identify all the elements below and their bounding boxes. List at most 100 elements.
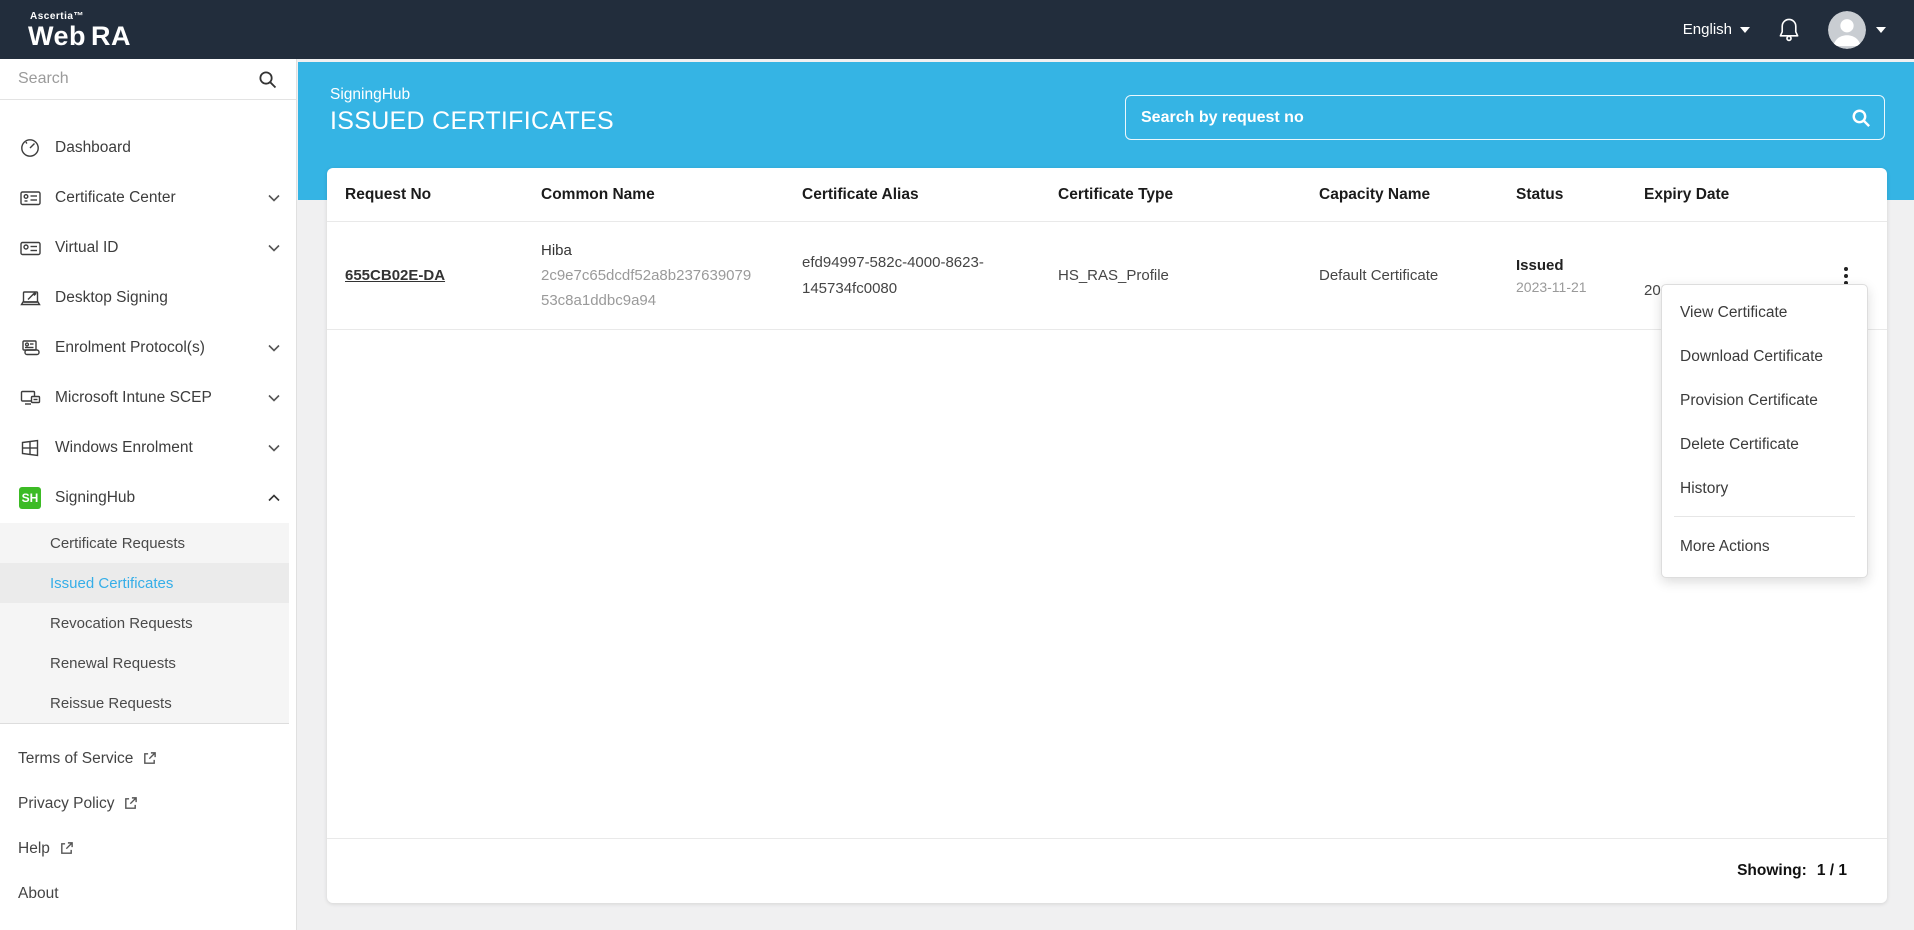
footer-link-label: About <box>18 885 59 903</box>
common-name-hash: 2c9e7c65dcdf52a8b23763907953c8a1ddbc9a94 <box>541 263 753 313</box>
sidebar-item-certificate-center[interactable]: Certificate Center <box>0 173 296 223</box>
help-link[interactable]: Help <box>0 826 296 871</box>
about-link[interactable]: About <box>0 871 296 916</box>
common-name: Hiba <box>541 242 572 259</box>
search-icon[interactable] <box>1850 107 1872 129</box>
table-row: 655CB02E-DA Hiba 2c9e7c65dcdf52a8b237639… <box>327 222 1887 330</box>
status-date: 2023-11-21 <box>1516 277 1616 297</box>
col-certificate-type: Certificate Type <box>1058 186 1319 204</box>
sidebar-item-label: Desktop Signing <box>55 289 280 307</box>
issued-certificates-table: Request No Common Name Certificate Alias… <box>327 168 1887 903</box>
notifications-bell-icon[interactable] <box>1776 16 1802 44</box>
breadcrumb: SigningHub <box>330 86 614 104</box>
user-menu[interactable] <box>1828 11 1886 49</box>
sidebar-item-microsoft-intune-scep[interactable]: Microsoft Intune SCEP <box>0 373 296 423</box>
sidebar-item-label: Enrolment Protocol(s) <box>55 339 255 357</box>
submenu-item-renewal-requests[interactable]: Renewal Requests <box>0 643 289 683</box>
chevron-down-icon <box>268 244 280 252</box>
signinghub-badge: SH <box>18 487 42 509</box>
footer-link-label: Terms of Service <box>18 750 133 768</box>
status-badge: Issued <box>1516 255 1616 277</box>
col-request-no: Request No <box>345 186 541 204</box>
desktop-signing-icon <box>18 287 42 309</box>
showing-value: 1 / 1 <box>1817 862 1847 880</box>
intune-scep-icon <box>18 387 42 409</box>
submenu-item-revocation-requests[interactable]: Revocation Requests <box>0 603 289 643</box>
sidebar-item-desktop-signing[interactable]: Desktop Signing <box>0 273 296 323</box>
main-content: SigningHub ISSUED CERTIFICATES Request N… <box>297 59 1914 930</box>
certificate-center-icon <box>18 187 42 209</box>
sidebar-item-virtual-id[interactable]: Virtual ID <box>0 223 296 273</box>
external-link-icon <box>142 751 157 766</box>
menu-item-delete-certificate[interactable]: Delete Certificate <box>1662 423 1867 467</box>
signinghub-submenu: Certificate Requests Issued Certificates… <box>0 523 289 724</box>
sidebar: Dashboard Certificate Center Virtua <box>0 59 297 930</box>
sidebar-item-label: Certificate Center <box>55 189 255 207</box>
sidebar-item-label: Windows Enrolment <box>55 439 255 457</box>
menu-divider <box>1674 516 1855 517</box>
request-no-link[interactable]: 655CB02E-DA <box>345 267 445 284</box>
brand-web: Web <box>28 21 86 51</box>
table-footer: Showing: 1 / 1 <box>327 838 1887 903</box>
table-header-row: Request No Common Name Certificate Alias… <box>327 168 1887 222</box>
sidebar-item-windows-enrolment[interactable]: Windows Enrolment <box>0 423 296 473</box>
menu-item-history[interactable]: History <box>1662 467 1867 511</box>
submenu-item-issued-certificates[interactable]: Issued Certificates <box>0 563 289 603</box>
col-capacity-name: Capacity Name <box>1319 186 1516 204</box>
col-status: Status <box>1516 186 1644 204</box>
chevron-down-icon <box>268 394 280 402</box>
capacity-name: Default Certificate <box>1319 267 1516 284</box>
external-link-icon <box>59 841 74 856</box>
enrolment-protocol-icon <box>18 337 42 359</box>
signinghub-badge-label: SH <box>19 487 41 509</box>
menu-item-download-certificate[interactable]: Download Certificate <box>1662 335 1867 379</box>
submenu-item-certificate-requests[interactable]: Certificate Requests <box>0 523 289 563</box>
footer-link-label: Privacy Policy <box>18 795 114 813</box>
topbar: Ascertia™ WebRA English <box>0 0 1914 59</box>
privacy-policy-link[interactable]: Privacy Policy <box>0 781 296 826</box>
virtual-id-icon <box>18 237 42 259</box>
search-icon[interactable] <box>257 69 278 90</box>
chevron-up-icon <box>268 494 280 502</box>
menu-item-more-actions[interactable]: More Actions <box>1662 522 1867 571</box>
request-search-input[interactable] <box>1125 95 1885 140</box>
footer-link-label: Help <box>18 840 50 858</box>
terms-of-service-link[interactable]: Terms of Service <box>0 736 296 781</box>
chevron-down-icon <box>268 344 280 352</box>
submenu-item-reissue-requests[interactable]: Reissue Requests <box>0 683 289 723</box>
col-certificate-alias: Certificate Alias <box>802 186 1058 204</box>
chevron-down-icon <box>1740 27 1750 33</box>
sidebar-footer: Terms of Service Privacy Policy Help <box>0 724 296 916</box>
col-common-name: Common Name <box>541 186 802 204</box>
page-title: ISSUED CERTIFICATES <box>330 107 614 136</box>
menu-item-view-certificate[interactable]: View Certificate <box>1662 291 1867 335</box>
chevron-down-icon <box>268 444 280 452</box>
certificate-alias: efd94997-582c-4000-8623-145734fc0080 <box>802 250 1030 302</box>
external-link-icon <box>123 796 138 811</box>
sidebar-item-label: Dashboard <box>55 139 280 157</box>
sidebar-nav: Dashboard Certificate Center Virtua <box>0 100 296 916</box>
col-expiry-date: Expiry Date <box>1644 186 1804 204</box>
sidebar-item-label: Virtual ID <box>55 239 255 257</box>
sidebar-item-label: SigningHub <box>55 489 255 507</box>
profile-chevron-down-icon <box>1876 27 1886 33</box>
sidebar-item-label: Microsoft Intune SCEP <box>55 389 255 407</box>
sidebar-item-enrolment-protocols[interactable]: Enrolment Protocol(s) <box>0 323 296 373</box>
sidebar-item-signinghub[interactable]: SH SigningHub <box>0 473 296 523</box>
brand-ra: RA <box>91 21 131 51</box>
avatar[interactable] <box>1828 11 1866 49</box>
windows-enrolment-icon <box>18 437 42 459</box>
app-logo: Ascertia™ WebRA <box>28 10 131 50</box>
chevron-down-icon <box>268 194 280 202</box>
sidebar-item-dashboard[interactable]: Dashboard <box>0 123 296 173</box>
row-actions-menu: View Certificate Download Certificate Pr… <box>1661 284 1868 578</box>
menu-item-provision-certificate[interactable]: Provision Certificate <box>1662 379 1867 423</box>
dashboard-icon <box>18 137 42 159</box>
language-label: English <box>1683 21 1732 38</box>
sidebar-search <box>0 59 296 100</box>
language-selector[interactable]: English <box>1683 21 1750 38</box>
showing-label: Showing: <box>1737 862 1807 880</box>
request-search <box>1125 95 1885 140</box>
certificate-type: HS_RAS_Profile <box>1058 267 1319 284</box>
sidebar-search-input[interactable] <box>0 59 296 99</box>
